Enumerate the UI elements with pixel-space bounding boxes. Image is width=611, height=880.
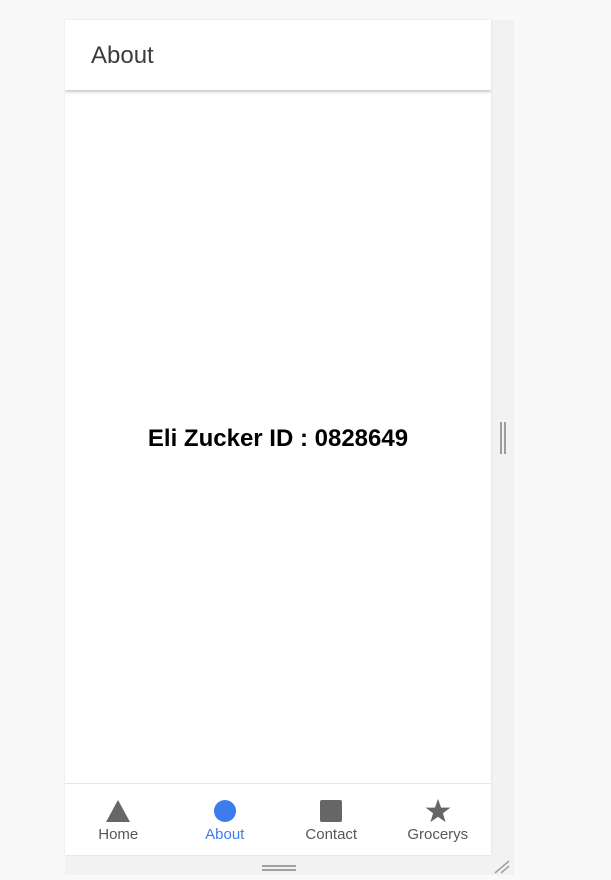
app-header: About xyxy=(65,20,491,90)
tab-contact[interactable]: Contact xyxy=(278,784,385,855)
tab-label: Contact xyxy=(305,826,358,843)
circle-icon xyxy=(212,798,238,824)
square-icon xyxy=(318,798,344,824)
tab-label: Grocerys xyxy=(407,826,469,843)
triangle-icon xyxy=(105,798,131,824)
tab-label: About xyxy=(205,826,245,843)
page-title: About xyxy=(91,42,154,69)
tab-label: Home xyxy=(98,826,139,843)
horizontal-resize-handle[interactable] xyxy=(262,864,296,872)
tab-home[interactable]: Home xyxy=(65,784,172,855)
vertical-resize-handle[interactable] xyxy=(499,422,507,454)
bottom-tab-bar: Home About Contact Grocerys xyxy=(65,783,491,855)
corner-resize-handle[interactable] xyxy=(493,859,511,875)
tab-about[interactable]: About xyxy=(172,784,279,855)
app-frame: About Eli Zucker ID : 0828649 Home About xyxy=(65,20,491,855)
star-icon xyxy=(425,798,451,824)
main-content: Eli Zucker ID : 0828649 xyxy=(65,91,491,783)
tab-grocerys[interactable]: Grocerys xyxy=(385,784,492,855)
main-text: Eli Zucker ID : 0828649 xyxy=(147,425,409,452)
